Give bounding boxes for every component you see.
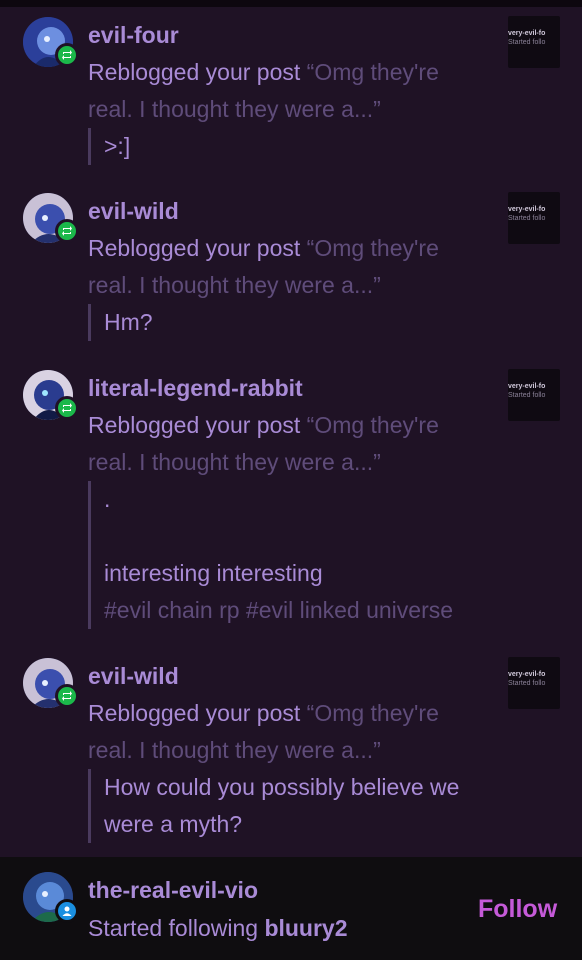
thumbnail-title: very-evil-fo bbox=[508, 206, 546, 213]
thumbnail-subtitle: Started follo bbox=[508, 39, 546, 46]
thumbnail-title: very-evil-fo bbox=[508, 383, 546, 390]
reblog-summary: Reblogged your post “Omg they're bbox=[88, 700, 439, 727]
reblog-comment: How could you possibly believe we were a… bbox=[88, 769, 459, 843]
post-tags[interactable]: #evil chain rp #evil linked universe bbox=[104, 592, 453, 629]
comment-line: were a myth? bbox=[104, 811, 243, 837]
action-text: Reblogged your post bbox=[88, 235, 301, 261]
reblog-icon bbox=[55, 43, 79, 67]
activity-item[interactable]: evil-wild Reblogged your post “Omg they'… bbox=[0, 648, 582, 857]
reblog-summary: Reblogged your post “Omg they're bbox=[88, 59, 439, 86]
activity-item[interactable]: literal-legend-rabbit Reblogged your pos… bbox=[0, 360, 582, 640]
follow-summary: Started following bluury2 bbox=[88, 915, 348, 942]
comment-line: . bbox=[104, 486, 111, 512]
thumbnail-title: very-evil-fo bbox=[508, 30, 546, 37]
reblog-comment: Hm? bbox=[88, 304, 153, 341]
activity-item[interactable]: evil-wild Reblogged your post “Omg they'… bbox=[0, 183, 582, 353]
comment-line bbox=[104, 518, 453, 555]
comment-line: Hm? bbox=[104, 309, 153, 335]
reblog-summary: Reblogged your post “Omg they're bbox=[88, 412, 439, 439]
username[interactable]: evil-wild bbox=[88, 663, 179, 690]
username[interactable]: evil-wild bbox=[88, 198, 179, 225]
thumbnail-title: very-evil-fo bbox=[508, 671, 546, 678]
post-excerpt[interactable]: “Omg they're bbox=[307, 59, 439, 85]
person-icon bbox=[55, 899, 79, 923]
activity-item[interactable]: evil-four Reblogged your post “Omg they'… bbox=[0, 7, 582, 177]
post-excerpt-cont[interactable]: real. I thought they were a...” bbox=[88, 272, 381, 298]
follow-notification[interactable]: the-real-evil-vio Started following bluu… bbox=[0, 857, 582, 960]
post-excerpt[interactable]: “Omg they're bbox=[307, 235, 439, 261]
action-text: Started following bbox=[88, 915, 259, 941]
reblog-summary-cont: real. I thought they were a...” bbox=[88, 737, 381, 764]
reblog-icon bbox=[55, 684, 79, 708]
comment-line: How could you possibly believe we bbox=[104, 774, 460, 800]
action-text: Reblogged your post bbox=[88, 412, 301, 438]
reblog-summary-cont: real. I thought they were a...” bbox=[88, 272, 381, 299]
thumbnail-subtitle: Started follo bbox=[508, 392, 546, 399]
thumbnail-subtitle: Started follo bbox=[508, 215, 546, 222]
reblog-icon bbox=[55, 219, 79, 243]
comment-line: >:] bbox=[104, 133, 131, 159]
post-excerpt-cont[interactable]: real. I thought they were a...” bbox=[88, 449, 381, 475]
reblog-summary-cont: real. I thought they were a...” bbox=[88, 96, 381, 123]
post-thumbnail[interactable]: very-evil-fo Started follo bbox=[508, 16, 560, 68]
username[interactable]: evil-four bbox=[88, 22, 179, 49]
comment-line: interesting interesting bbox=[104, 560, 323, 586]
reblog-summary: Reblogged your post “Omg they're bbox=[88, 235, 439, 262]
action-text: Reblogged your post bbox=[88, 59, 301, 85]
thumbnail-subtitle: Started follo bbox=[508, 680, 546, 687]
followed-user[interactable]: bluury2 bbox=[264, 915, 347, 941]
post-thumbnail[interactable]: very-evil-fo Started follo bbox=[508, 192, 560, 244]
post-excerpt-cont[interactable]: real. I thought they were a...” bbox=[88, 737, 381, 763]
post-thumbnail[interactable]: very-evil-fo Started follo bbox=[508, 657, 560, 709]
post-thumbnail[interactable]: very-evil-fo Started follo bbox=[508, 369, 560, 421]
action-text: Reblogged your post bbox=[88, 700, 301, 726]
username[interactable]: literal-legend-rabbit bbox=[88, 375, 303, 402]
username[interactable]: the-real-evil-vio bbox=[88, 877, 258, 904]
reblog-summary-cont: real. I thought they were a...” bbox=[88, 449, 381, 476]
follow-button[interactable]: Follow bbox=[478, 895, 557, 924]
post-excerpt[interactable]: “Omg they're bbox=[307, 700, 439, 726]
activity-feed: evil-four Reblogged your post “Omg they'… bbox=[0, 7, 582, 857]
top-status-strip bbox=[0, 0, 582, 7]
reblog-icon bbox=[55, 396, 79, 420]
reblog-comment: >:] bbox=[88, 128, 130, 165]
reblog-comment: . interesting interesting #evil chain rp… bbox=[88, 481, 453, 629]
post-excerpt-cont[interactable]: real. I thought they were a...” bbox=[88, 96, 381, 122]
post-excerpt[interactable]: “Omg they're bbox=[307, 412, 439, 438]
